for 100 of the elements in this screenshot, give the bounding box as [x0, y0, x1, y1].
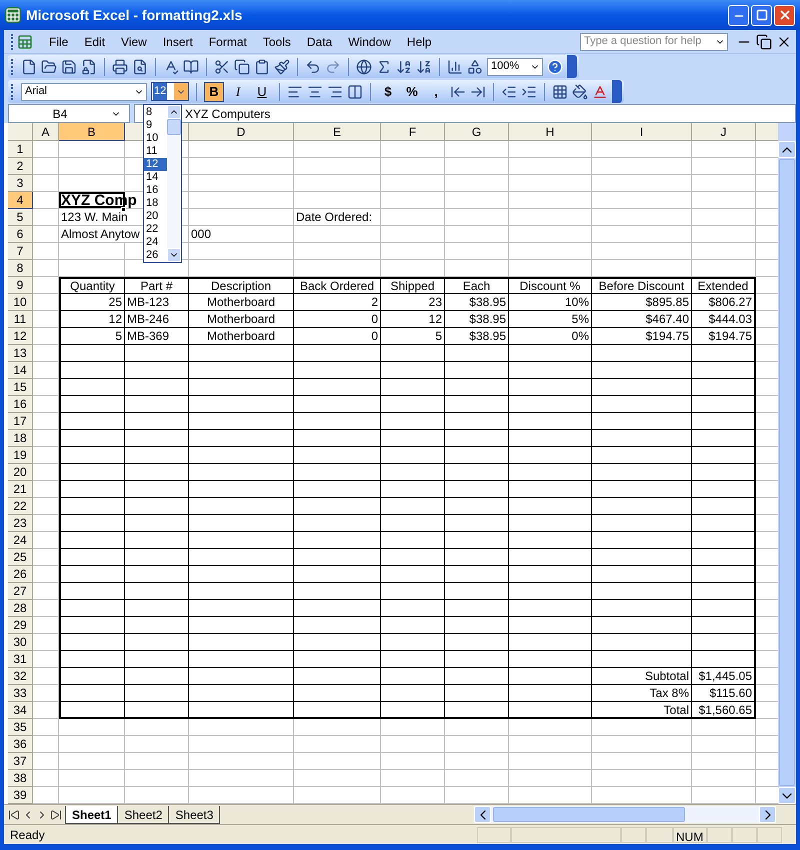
toolbar-grip[interactable] [11, 84, 14, 100]
grid-cell[interactable] [189, 430, 294, 447]
menu-item[interactable]: Tools [254, 32, 299, 52]
grid-cell[interactable]: $38.95 [445, 294, 509, 311]
grid-cell[interactable] [189, 481, 294, 498]
grid-cell[interactable]: $444.03 [692, 311, 756, 328]
grid-cell[interactable]: Total [592, 702, 692, 719]
grid-cell[interactable] [189, 600, 294, 617]
grid-cell[interactable]: 0% [509, 328, 592, 345]
grid-cell[interactable] [381, 379, 445, 396]
grid-cell[interactable] [509, 651, 592, 668]
grid-cell[interactable] [59, 464, 125, 481]
grid-cell[interactable] [381, 549, 445, 566]
horizontal-scrollbar[interactable] [474, 806, 776, 823]
grid-cell[interactable] [59, 345, 125, 362]
grid-cell[interactable]: $194.75 [592, 328, 692, 345]
grid-cell[interactable] [509, 617, 592, 634]
grid-cell[interactable] [189, 668, 294, 685]
grid-cell[interactable] [294, 447, 381, 464]
grid-cell[interactable] [294, 464, 381, 481]
undo-icon[interactable] [305, 58, 321, 74]
grid-cell[interactable] [125, 481, 189, 498]
name-box[interactable]: B4 [8, 104, 130, 123]
copy-icon[interactable] [234, 58, 250, 74]
grid-cell[interactable] [294, 566, 381, 583]
grid-cell[interactable] [592, 430, 692, 447]
grid-cell[interactable] [294, 345, 381, 362]
grid-cell[interactable] [692, 464, 756, 481]
grid-cell[interactable] [59, 532, 125, 549]
grid-cell[interactable] [692, 634, 756, 651]
grid-cell[interactable] [445, 345, 509, 362]
grid-cell[interactable] [509, 583, 592, 600]
row-header[interactable]: 4 [8, 192, 33, 209]
grid-cell[interactable] [189, 651, 294, 668]
grid-cell[interactable] [125, 396, 189, 413]
book-icon[interactable] [183, 58, 199, 74]
font-color-icon[interactable] [592, 84, 608, 100]
grid-cell[interactable] [445, 634, 509, 651]
grid-cell[interactable] [592, 617, 692, 634]
row-header[interactable]: 29 [8, 617, 33, 634]
grid-cell[interactable] [189, 515, 294, 532]
grid-cell[interactable]: Part # [125, 277, 189, 294]
grid-cell[interactable] [294, 532, 381, 549]
scroll-thumb[interactable] [167, 119, 181, 135]
grid-cell[interactable] [294, 379, 381, 396]
folder-icon[interactable] [41, 58, 57, 74]
grid-cell[interactable] [59, 566, 125, 583]
grid-cell[interactable] [125, 464, 189, 481]
grid-cell[interactable]: Motherboard [189, 311, 294, 328]
menu-item[interactable]: Data [298, 32, 340, 52]
style-button[interactable]: B [204, 82, 224, 102]
grid-cell[interactable] [381, 362, 445, 379]
grid-cell[interactable] [381, 447, 445, 464]
row-header[interactable]: 10 [8, 294, 33, 311]
grid-cell[interactable]: 5 [59, 328, 125, 345]
grid-cell[interactable] [692, 532, 756, 549]
grid-cell[interactable] [381, 430, 445, 447]
grid-cell[interactable] [125, 362, 189, 379]
restore-icon[interactable] [756, 34, 772, 50]
column-header[interactable]: B [59, 123, 125, 141]
grid-cell[interactable] [592, 379, 692, 396]
grid-cell[interactable] [59, 651, 125, 668]
grid-cell[interactable]: 000 [189, 226, 294, 243]
grid-cell[interactable]: $1,445.05 [692, 668, 756, 685]
grid-cell[interactable] [692, 362, 756, 379]
grid-cell[interactable] [189, 583, 294, 600]
grid-cell[interactable] [189, 362, 294, 379]
grid-cell[interactable] [294, 617, 381, 634]
column-header[interactable]: G [445, 123, 509, 141]
grid-cell[interactable] [125, 413, 189, 430]
grid-cell[interactable] [294, 515, 381, 532]
grid-cell[interactable] [125, 600, 189, 617]
grid-cell[interactable] [509, 498, 592, 515]
grid-cell[interactable]: 12 [381, 311, 445, 328]
grid-cell[interactable]: Description [189, 277, 294, 294]
grid-cell[interactable] [509, 668, 592, 685]
grid-cell[interactable] [381, 396, 445, 413]
grid-cell[interactable]: $38.95 [445, 311, 509, 328]
grid-cell[interactable] [189, 447, 294, 464]
grid-cell[interactable] [381, 532, 445, 549]
grid-cell[interactable] [509, 345, 592, 362]
grid-cell[interactable] [445, 379, 509, 396]
font-size-combo[interactable]: 12 [151, 82, 189, 101]
style-button[interactable]: I [228, 82, 248, 102]
grid-cell[interactable] [509, 464, 592, 481]
grid-cell[interactable] [509, 379, 592, 396]
grid-cell[interactable] [294, 549, 381, 566]
grid-cell[interactable]: $194.75 [692, 328, 756, 345]
grid-cell[interactable] [294, 430, 381, 447]
grid-cell[interactable]: Before Discount [592, 277, 692, 294]
grid-cell[interactable] [509, 413, 592, 430]
grid-cell[interactable]: 5% [509, 311, 592, 328]
grid-cell[interactable] [381, 617, 445, 634]
grid-cell[interactable] [592, 362, 692, 379]
grid-cell[interactable] [381, 583, 445, 600]
grid-cell[interactable]: 10% [509, 294, 592, 311]
row-header[interactable]: 6 [8, 226, 33, 243]
paste-icon[interactable] [254, 58, 270, 74]
close-button[interactable] [774, 4, 795, 26]
grid-cell[interactable] [381, 413, 445, 430]
